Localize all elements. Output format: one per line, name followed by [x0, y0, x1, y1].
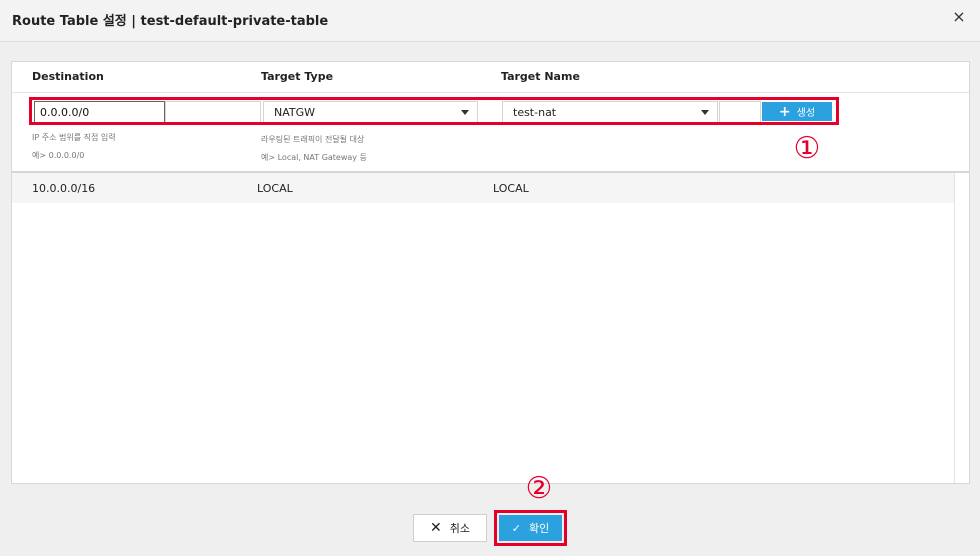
create-route-button[interactable]: + 생성 — [762, 102, 832, 121]
dialog-titlebar: Route Table 설정 | test-default-private-ta… — [0, 0, 980, 42]
dialog-title: Route Table 설정 | test-default-private-ta… — [12, 14, 329, 29]
check-icon: ✓ — [511, 521, 521, 535]
vertical-scrollbar[interactable] — [954, 173, 969, 483]
table-row[interactable]: 10.0.0.0/16 LOCAL LOCAL — [12, 173, 954, 203]
create-button-label: 생성 — [796, 108, 816, 119]
row-destination: 10.0.0.0/16 — [32, 182, 96, 195]
target-type-selected: NATGW — [274, 106, 316, 119]
column-header-target-name: Target Name — [501, 70, 580, 83]
target-name-select[interactable]: test-nat — [502, 101, 718, 123]
confirm-button-label: 확인 — [528, 522, 550, 535]
target-type-select[interactable]: NATGW — [263, 101, 478, 123]
route-list: 10.0.0.0/16 LOCAL LOCAL — [12, 173, 969, 483]
cancel-button-label: 취소 — [449, 522, 470, 535]
destination-hint-1: IP 주소 범위를 직접 입력 — [32, 133, 116, 142]
destination-input[interactable] — [34, 101, 165, 123]
step1-annotation: ① — [793, 131, 821, 166]
close-icon[interactable]: × — [950, 8, 968, 26]
target-name-spacer — [719, 101, 761, 123]
target-type-hint-1: 라우팅된 트래픽이 전달될 대상 — [261, 135, 365, 144]
plus-icon: + — [778, 103, 791, 120]
row-target-name: LOCAL — [493, 182, 529, 195]
target-name-selected: test-nat — [513, 106, 557, 119]
row-target-type: LOCAL — [257, 182, 293, 195]
cancel-button[interactable]: ✕ 취소 — [413, 514, 487, 542]
route-table-panel: Destination Target Type Target Name NATG… — [11, 61, 970, 484]
chevron-down-icon — [461, 110, 469, 115]
chevron-down-icon — [701, 110, 709, 115]
column-header-target-type: Target Type — [261, 70, 334, 83]
close-icon: ✕ — [430, 520, 442, 536]
destination-input-extension — [165, 101, 261, 123]
table-header: Destination Target Type Target Name — [12, 62, 969, 93]
step2-annotation: ② — [525, 471, 553, 506]
confirm-button[interactable]: ✓ 확인 — [499, 515, 562, 541]
destination-hint-2: 예> 0.0.0.0/0 — [32, 151, 85, 160]
new-route-form: NATGW test-nat + 생성 IP 주소 범위를 직접 입력 예> 0… — [12, 93, 969, 173]
target-type-hint-2: 예> Local, NAT Gateway 등 — [261, 153, 367, 162]
column-header-destination: Destination — [32, 70, 104, 83]
